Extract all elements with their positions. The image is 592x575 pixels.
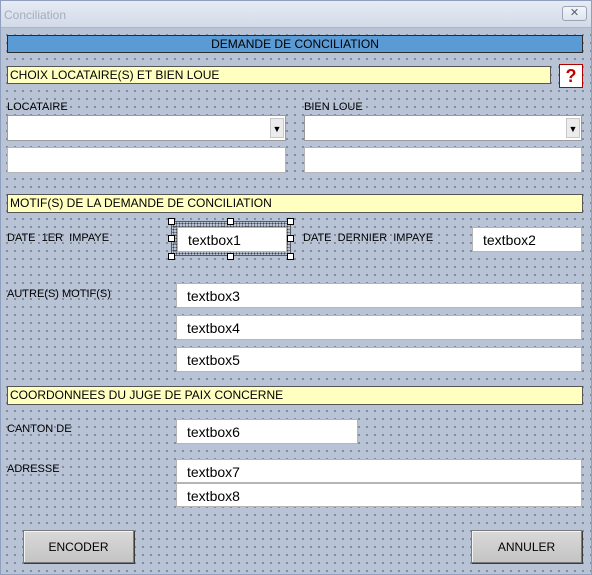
date-dernier-impaye-field[interactable]: textbox2: [472, 227, 582, 252]
help-icon: ?: [565, 66, 577, 86]
close-button[interactable]: ✕: [562, 6, 587, 21]
adresse-field-1[interactable]: textbox7: [176, 459, 582, 483]
close-icon: ✕: [569, 7, 580, 19]
title-bar[interactable]: Conciliation ✕: [1, 1, 591, 28]
help-button[interactable]: ?: [559, 64, 583, 88]
resize-handle[interactable]: [227, 218, 234, 225]
bien-loue-label: BIEN LOUE: [304, 101, 363, 113]
section-motif-header: MOTIF(S) DE LA DEMANDE DE CONCILIATION: [7, 194, 583, 213]
canton-field[interactable]: textbox6: [176, 419, 358, 444]
resize-handle[interactable]: [227, 253, 234, 260]
resize-handle[interactable]: [168, 235, 175, 242]
form-body: DEMANDE DE CONCILIATION CHOIX LOCATAIRE(…: [1, 29, 591, 574]
adresse-label: ADRESSE: [7, 463, 60, 475]
encoder-button[interactable]: ENCODER: [23, 530, 134, 563]
resize-handle[interactable]: [168, 253, 175, 260]
dialog-window: Conciliation ✕ DEMANDE DE CONCILIATION C…: [0, 0, 592, 575]
form-banner: DEMANDE DE CONCILIATION: [7, 35, 583, 53]
date-1er-impaye-field[interactable]: textbox1: [177, 227, 287, 252]
locataire-combo[interactable]: ▼: [7, 115, 286, 141]
annuler-button[interactable]: ANNULER: [471, 530, 582, 563]
date-1er-impaye-label: DATE 1ER IMPAYE: [7, 232, 110, 244]
section-choix-header: CHOIX LOCATAIRE(S) ET BIEN LOUE: [7, 66, 551, 84]
canton-label: CANTON DE: [7, 423, 72, 435]
resize-handle[interactable]: [168, 218, 175, 225]
resize-handle[interactable]: [287, 253, 294, 260]
chevron-down-icon[interactable]: ▼: [566, 118, 580, 138]
resize-handle[interactable]: [287, 218, 294, 225]
autre-motif-field-3[interactable]: textbox5: [176, 347, 582, 372]
bien-loue-combo[interactable]: ▼: [304, 115, 582, 141]
date-dernier-impaye-label: DATE DERNIER IMPAYE: [303, 232, 434, 244]
window-title: Conciliation: [4, 8, 67, 22]
autre-motif-field-1[interactable]: textbox3: [176, 283, 582, 308]
chevron-down-icon[interactable]: ▼: [270, 118, 284, 138]
section-juge-header: COORDONNEES DU JUGE DE PAIX CONCERNE: [7, 386, 583, 405]
resize-handle[interactable]: [287, 235, 294, 242]
bien-loue-text-field[interactable]: [304, 147, 582, 173]
locataire-label: LOCATAIRE: [7, 101, 68, 113]
autres-motifs-label: AUTRE(S) MOTIF(S): [7, 288, 111, 300]
locataire-text-field[interactable]: [7, 147, 286, 173]
autre-motif-field-2[interactable]: textbox4: [176, 315, 582, 340]
adresse-field-2[interactable]: textbox8: [176, 483, 582, 507]
